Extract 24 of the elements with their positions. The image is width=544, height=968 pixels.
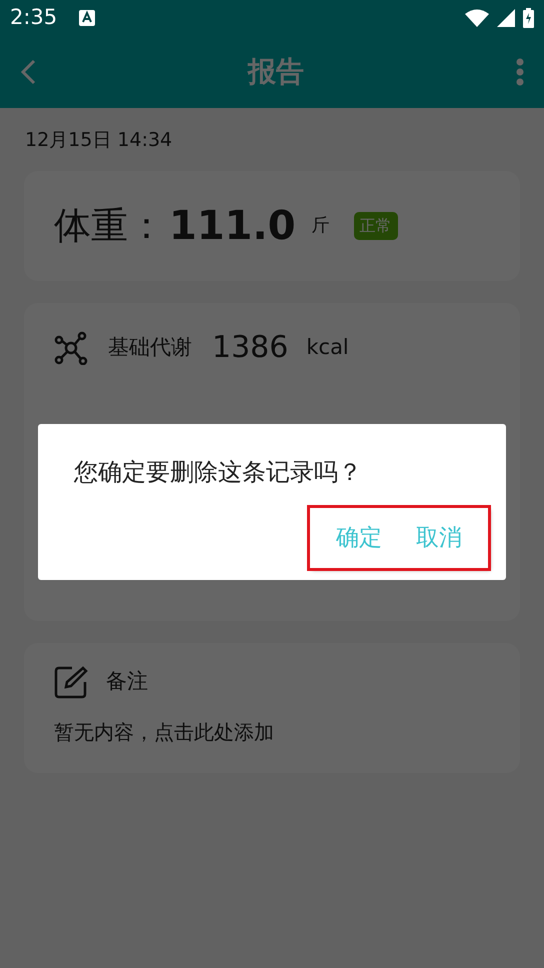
keyboard-notification-icon — [79, 10, 96, 26]
back-icon[interactable] — [20, 59, 36, 85]
battery-charging-icon — [523, 8, 534, 28]
wifi-icon — [465, 9, 489, 27]
weight-label: 体重： — [54, 202, 165, 249]
page-title: 报告 — [248, 54, 304, 90]
edit-icon — [54, 664, 88, 698]
confirm-button[interactable]: 确定 — [322, 514, 396, 562]
metric-label: 基础代谢 — [108, 334, 193, 361]
metric-value: 1386 — [212, 329, 288, 367]
weight-value: 111.0 — [169, 202, 296, 250]
note-card[interactable]: 备注 暂无内容，点击此处添加 — [24, 642, 520, 772]
signal-icon — [497, 9, 515, 27]
cancel-button[interactable]: 取消 — [402, 514, 476, 562]
record-date: 12月15日 14:34 — [25, 128, 174, 153]
weight-unit: 斤 — [312, 214, 330, 238]
metric-unit: kcal — [306, 334, 349, 361]
note-hint: 暂无内容，点击此处添加 — [54, 718, 275, 746]
status-tag: 正常 — [354, 212, 398, 240]
dialog-message: 您确定要删除这条记录吗？ — [74, 457, 363, 488]
more-menu-icon[interactable] — [516, 58, 524, 86]
status-time: 2:35 — [10, 4, 58, 32]
network-icon — [54, 330, 90, 364]
note-title: 备注 — [106, 668, 148, 695]
